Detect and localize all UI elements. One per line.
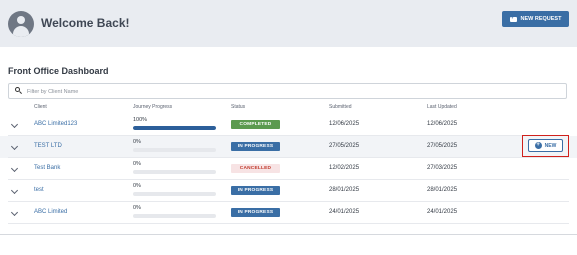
- progress-percent: 100%: [133, 117, 148, 123]
- folder-plus-icon: [509, 15, 517, 22]
- status-badge: CANCELLED: [231, 164, 280, 173]
- filter-box: [8, 83, 567, 99]
- progress-bar: [133, 126, 216, 130]
- progress-bar: [133, 214, 216, 218]
- client-link[interactable]: TEST LTD: [34, 143, 62, 149]
- divider: [0, 234, 577, 235]
- table-row[interactable]: ABC Limited 0% IN PROGRESS 24/01/2025 24…: [0, 202, 577, 224]
- status-badge: IN PROGRESS: [231, 142, 280, 151]
- welcome-heading: Welcome Back!: [41, 16, 130, 30]
- last-updated-date: 27/05/2025: [427, 143, 458, 149]
- status-badge: IN PROGRESS: [231, 208, 280, 217]
- column-header-last-updated: Last Updated: [427, 104, 457, 110]
- chevron-down-icon[interactable]: [10, 142, 19, 151]
- chevron-down-icon[interactable]: [10, 208, 19, 217]
- header-bar: Welcome Back! NEW REQUEST: [0, 0, 577, 47]
- submitted-date: 12/02/2025: [329, 165, 360, 171]
- progress-percent: 0%: [133, 205, 141, 211]
- progress-percent: 0%: [133, 183, 141, 189]
- progress-percent: 0%: [133, 139, 141, 145]
- client-link[interactable]: ABC Limited: [34, 209, 67, 215]
- chevron-down-icon[interactable]: [10, 186, 19, 195]
- column-header-status: Status: [231, 104, 246, 110]
- progress-percent: 0%: [133, 161, 141, 167]
- new-button[interactable]: + NEW: [528, 139, 563, 152]
- client-filter-input[interactable]: [27, 86, 327, 97]
- column-header-progress: Journey Progress: [133, 104, 173, 110]
- submitted-date: 28/01/2025: [329, 187, 360, 193]
- column-header-client: Client: [34, 104, 47, 110]
- column-header-submitted: Submitted: [329, 104, 352, 110]
- progress-bar-fill: [133, 126, 216, 130]
- new-request-label: NEW REQUEST: [520, 16, 562, 22]
- progress-bar: [133, 192, 216, 196]
- client-link[interactable]: Test Bank: [34, 165, 60, 171]
- submitted-date: 12/06/2025: [329, 121, 360, 127]
- plus-circle-icon: +: [534, 142, 542, 149]
- progress-bar: [133, 148, 216, 152]
- chevron-down-icon[interactable]: [10, 164, 19, 173]
- table-row[interactable]: ABC Limited123 100% COMPLETED 12/06/2025…: [0, 114, 577, 136]
- last-updated-date: 27/03/2025: [427, 165, 458, 171]
- user-avatar-icon: [8, 11, 34, 37]
- table-row[interactable]: test 0% IN PROGRESS 28/01/2025 28/01/202…: [0, 180, 577, 202]
- table-row[interactable]: TEST LTD 0% IN PROGRESS 27/05/2025 27/05…: [0, 136, 577, 158]
- last-updated-date: 24/01/2025: [427, 209, 458, 215]
- submitted-date: 24/01/2025: [329, 209, 360, 215]
- client-link[interactable]: test: [34, 187, 44, 193]
- last-updated-date: 28/01/2025: [427, 187, 458, 193]
- status-badge: COMPLETED: [231, 120, 280, 129]
- search-icon: [15, 87, 22, 95]
- table-row[interactable]: Test Bank 0% CANCELLED 12/02/2025 27/03/…: [0, 158, 577, 180]
- progress-bar: [133, 170, 216, 174]
- client-link[interactable]: ABC Limited123: [34, 121, 77, 127]
- submitted-date: 27/05/2025: [329, 143, 360, 149]
- page-title: Front Office Dashboard: [8, 66, 109, 76]
- status-badge: IN PROGRESS: [231, 186, 280, 195]
- new-button-label: NEW: [544, 142, 557, 149]
- chevron-down-icon[interactable]: [10, 120, 19, 129]
- last-updated-date: 12/06/2025: [427, 121, 458, 127]
- highlight-box: + NEW: [522, 135, 569, 157]
- new-request-button[interactable]: NEW REQUEST: [502, 11, 569, 27]
